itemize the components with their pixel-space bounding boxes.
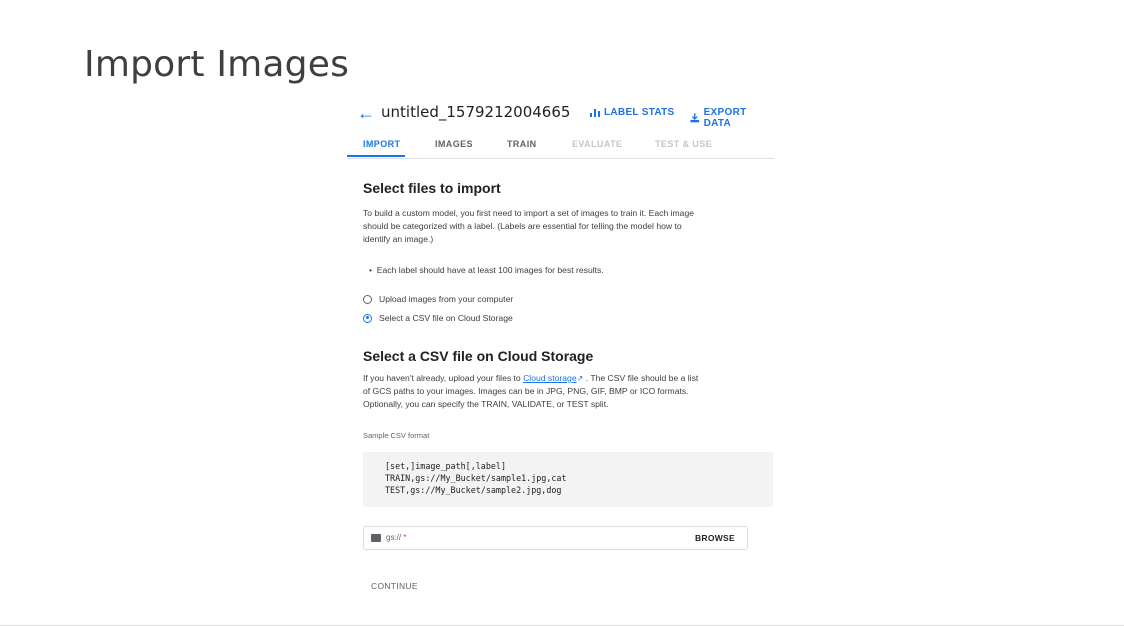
description-line: Optionally, you can specify the TRAIN, V…	[363, 399, 609, 409]
active-tab-indicator	[347, 155, 405, 157]
description-line: If you haven't already, upload your file…	[363, 372, 753, 385]
required-mark: *	[403, 533, 407, 542]
label-stats-button[interactable]: LABEL STATS	[590, 107, 675, 118]
csv-section-description: If you haven't already, upload your file…	[363, 372, 753, 411]
continue-button[interactable]: CONTINUE	[371, 581, 418, 591]
browse-button[interactable]: BROWSE	[695, 533, 735, 543]
tab-test-and-use: TEST & USE	[655, 139, 713, 149]
tab-import[interactable]: IMPORT	[363, 139, 400, 149]
description-text: . The CSV file should be a list	[583, 373, 699, 383]
sample-csv-code-block: [set,]image_path[,label] TRAIN,gs://My_B…	[363, 452, 773, 507]
gcs-prefix-text: gs://	[386, 533, 402, 542]
code-line: [set,]image_path[,label]	[385, 461, 507, 471]
radio-select-csv[interactable]: Select a CSV file on Cloud Storage	[363, 313, 513, 323]
select-files-description: To build a custom model, you first need …	[363, 207, 753, 246]
description-text: If you haven't already, upload your file…	[363, 373, 524, 383]
code-line: TEST,gs://My_Bucket/sample2.jpg,dog	[385, 485, 562, 495]
cloud-storage-link[interactable]: Cloud storage	[523, 373, 577, 383]
description-line: To build a custom model, you first need …	[363, 208, 695, 218]
tab-train[interactable]: TRAIN	[507, 139, 537, 149]
export-data-label: EXPORT DATA	[703, 107, 747, 129]
csv-section-heading: Select a CSV file on Cloud Storage	[363, 348, 594, 364]
folder-icon	[371, 534, 381, 542]
export-icon	[690, 113, 700, 123]
slide-title: Import Images	[84, 44, 350, 85]
back-arrow-icon[interactable]: ←	[357, 103, 375, 123]
gcs-path-input[interactable]: gs:// * BROWSE	[363, 526, 748, 550]
bullet-text: Each label should have at least 100 imag…	[376, 265, 604, 275]
tab-evaluate: EVALUATE	[572, 139, 623, 149]
label-stats-label: LABEL STATS	[604, 107, 675, 118]
radio-upload-from-computer[interactable]: Upload images from your computer	[363, 294, 513, 304]
tab-images[interactable]: IMAGES	[435, 139, 473, 149]
radio-label: Select a CSV file on Cloud Storage	[379, 313, 513, 323]
gcs-prefix: gs:// *	[386, 533, 406, 542]
radio-checked-icon[interactable]	[363, 313, 372, 323]
sample-csv-caption: Sample CSV format	[363, 431, 430, 440]
export-data-button[interactable]: EXPORT DATA	[690, 107, 774, 129]
description-line: should be categorized with a label. (Lab…	[363, 221, 682, 231]
import-panel: ← untitled_1579212004665 LABEL STATS EXP…	[347, 96, 774, 606]
description-line: identify an image.)	[363, 234, 434, 244]
radio-label: Upload images from your computer	[379, 294, 514, 304]
bullet-dot: •	[369, 265, 377, 275]
bullet-item: • Each label should have at least 100 im…	[369, 265, 604, 275]
code-line: TRAIN,gs://My_Bucket/sample1.jpg,cat	[385, 473, 567, 483]
bar-chart-icon	[590, 109, 600, 117]
top-bar: ← untitled_1579212004665 LABEL STATS EXP…	[347, 96, 774, 132]
description-line: of GCS paths to your images. Images can …	[363, 386, 689, 396]
tab-bar: IMPORT IMAGES TRAIN EVALUATE TEST & USE	[347, 132, 774, 159]
dataset-name: untitled_1579212004665	[381, 103, 571, 121]
radio-unchecked-icon[interactable]	[363, 294, 372, 304]
select-files-heading: Select files to import	[363, 180, 501, 196]
